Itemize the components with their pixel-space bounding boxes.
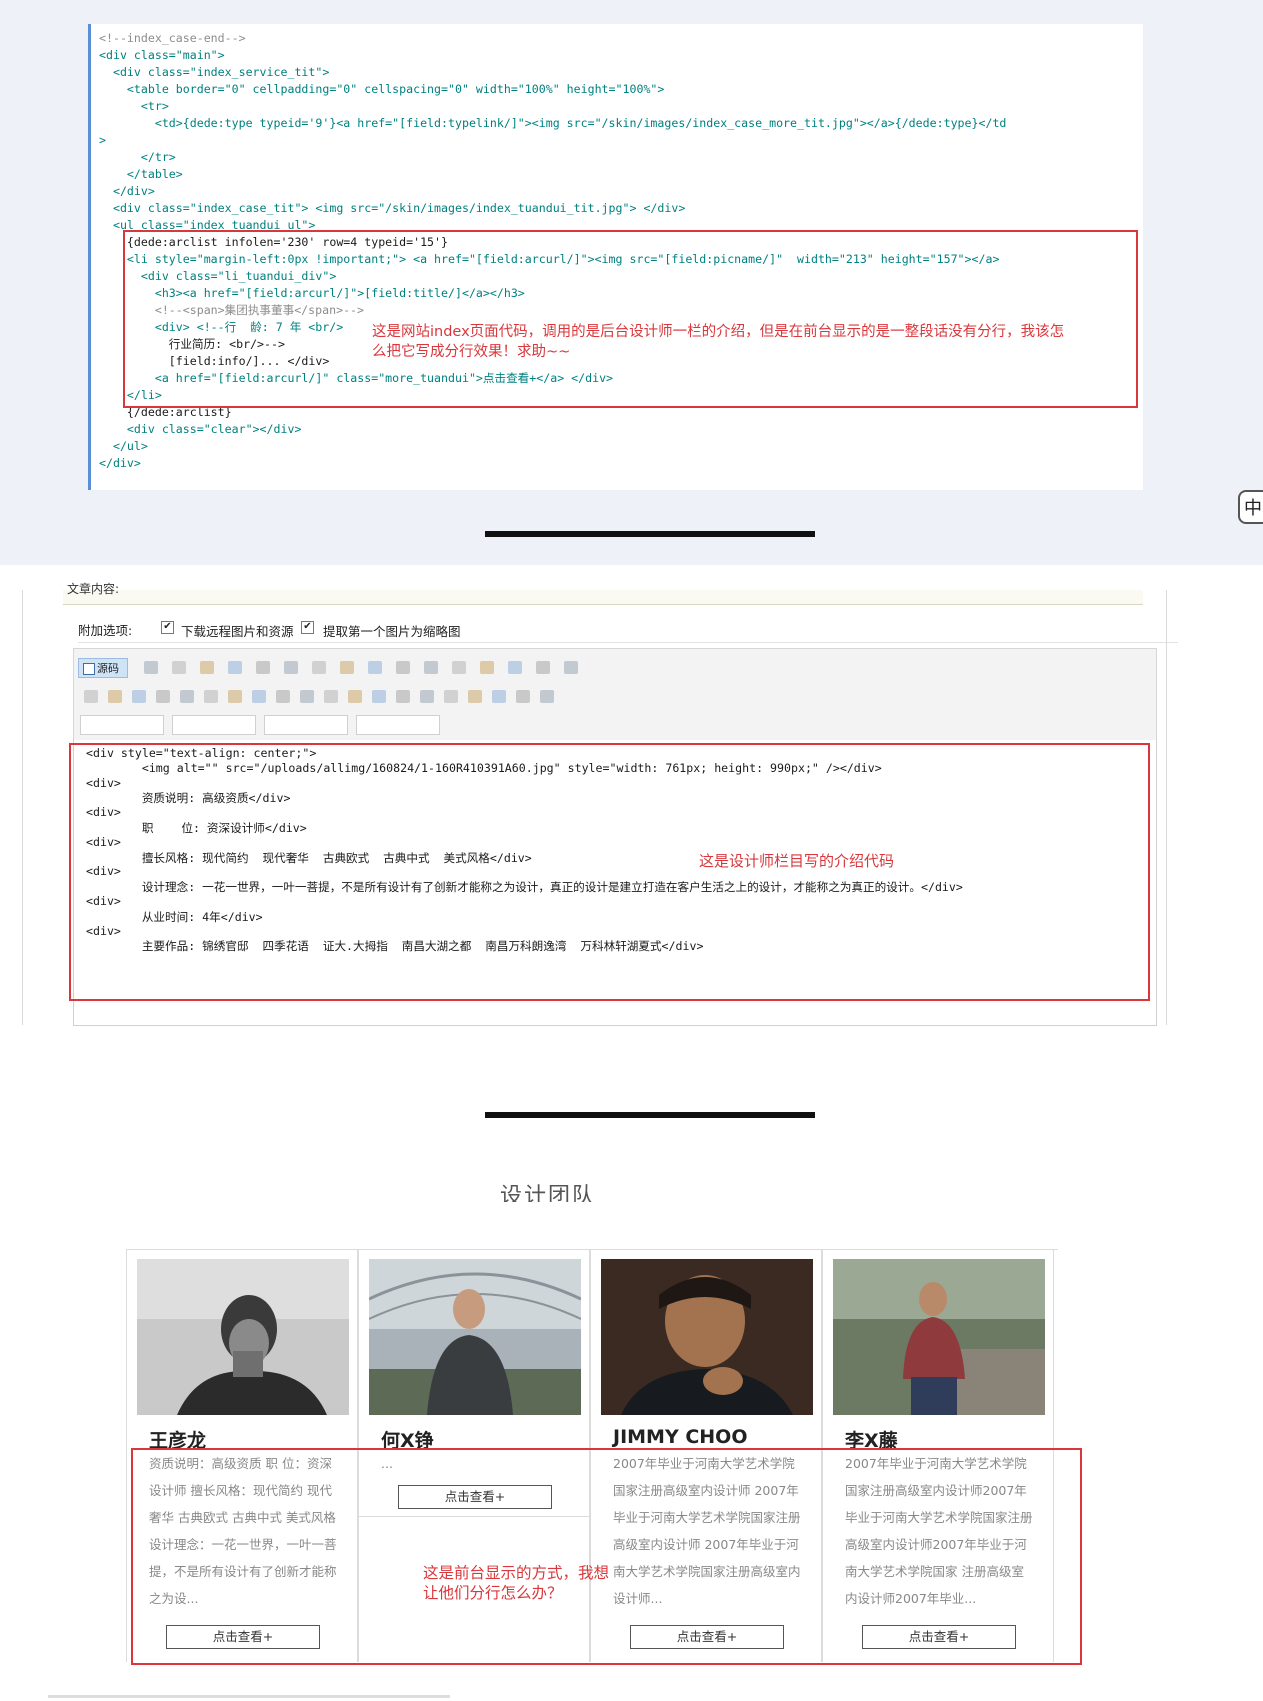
code-highlight-box <box>123 230 1138 408</box>
format-dropdown[interactable] <box>172 715 256 735</box>
designer-photo[interactable] <box>369 1259 581 1415</box>
cut-icon[interactable] <box>144 661 158 674</box>
blockquote-icon[interactable] <box>276 690 290 703</box>
code-line: </div> <box>99 456 141 470</box>
table-icon[interactable] <box>396 690 410 703</box>
content-label: 文章内容: <box>67 582 120 596</box>
download-remote-checkbox[interactable]: ✔ <box>161 621 174 634</box>
anchor-icon[interactable] <box>540 690 554 703</box>
code-line: <div class="clear"></div> <box>99 422 302 436</box>
options-label: 附加选项: <box>78 623 133 638</box>
editor-annotation: 这是设计师栏目写的介绍代码 <box>699 852 895 870</box>
download-remote-label: 下载远程图片和资源 <box>181 624 294 639</box>
unordered-list-icon[interactable] <box>204 690 218 703</box>
code-line: <div class="index_case_tit"> <img src="/… <box>99 201 686 215</box>
editor-toolbar: 源码 <box>73 648 1157 742</box>
code-line: </div> <box>99 184 155 198</box>
copy-icon[interactable] <box>172 661 186 674</box>
designer-name[interactable]: JIMMY CHOO <box>613 1426 747 1448</box>
code-line: <td>{dede:type typeid='9'}<a href="[fiel… <box>99 116 1007 130</box>
flash-icon[interactable] <box>536 661 550 674</box>
paste-word-icon[interactable] <box>256 661 270 674</box>
designer-photo[interactable] <box>833 1259 1045 1415</box>
underline-icon[interactable] <box>132 690 146 703</box>
print-icon[interactable] <box>284 661 298 674</box>
special-char-icon[interactable] <box>468 690 482 703</box>
code-line: > <box>99 133 106 147</box>
template-icon[interactable] <box>480 661 494 674</box>
format-dropdown[interactable] <box>80 715 164 735</box>
remove-format-icon[interactable] <box>452 661 466 674</box>
bold-icon[interactable] <box>84 690 98 703</box>
code-line: <tr> <box>99 99 169 113</box>
format-dropdown[interactable] <box>264 715 348 735</box>
align-left-icon[interactable] <box>300 690 314 703</box>
extract-thumbnail-label: 提取第一个图片为缩略图 <box>323 624 461 639</box>
undo-icon[interactable] <box>312 661 326 674</box>
code-line: <table border="0" cellpadding="0" cellsp… <box>99 82 665 96</box>
paste-text-icon[interactable] <box>228 661 242 674</box>
code-line: </tr> <box>99 150 176 164</box>
unlink-icon[interactable] <box>516 690 530 703</box>
frontend-annotation: 这是前台显示的方式，我想让他们分行怎么办？ <box>423 1564 610 1602</box>
justify-icon[interactable] <box>372 690 386 703</box>
designer-photo[interactable] <box>137 1259 349 1415</box>
hr-icon[interactable] <box>420 690 434 703</box>
options-row: 附加选项: ✔ 下载远程图片和资源 ✔ 提取第一个图片为缩略图 <box>78 616 1178 643</box>
source-button[interactable]: 源码 <box>78 658 128 678</box>
maximize-icon[interactable] <box>564 661 578 674</box>
code-line: <div class="main"> <box>99 48 225 62</box>
bottom-rule <box>48 1695 450 1698</box>
cms-editor-panel: 文章内容: 附加选项: ✔ 下载远程图片和资源 ✔ 提取第一个图片为缩略图 源码… <box>22 582 1178 1026</box>
select-all-icon[interactable] <box>424 661 438 674</box>
code-line: </table> <box>99 167 183 181</box>
extract-thumbnail-checkbox[interactable]: ✔ <box>301 621 314 634</box>
ime-indicator[interactable]: 中 <box>1238 490 1263 524</box>
indent-icon[interactable] <box>252 690 266 703</box>
ordered-list-icon[interactable] <box>180 690 194 703</box>
align-center-icon[interactable] <box>324 690 338 703</box>
image-icon[interactable] <box>508 661 522 674</box>
outdent-icon[interactable] <box>228 690 242 703</box>
code-line: <div class="index_service_tit"> <box>99 65 330 79</box>
editor-highlight-box <box>69 743 1150 1001</box>
paste-icon[interactable] <box>200 661 214 674</box>
align-right-icon[interactable] <box>348 690 362 703</box>
code-line: </ul> <box>99 439 148 453</box>
frontend-highlight-box <box>131 1448 1082 1665</box>
source-button-label: 源码 <box>97 662 119 675</box>
replace-icon[interactable] <box>396 661 410 674</box>
designer-photo[interactable] <box>601 1259 813 1415</box>
separator-1 <box>485 531 815 537</box>
content-label-strip: 文章内容: <box>63 582 1143 605</box>
find-icon[interactable] <box>368 661 382 674</box>
format-dropdown[interactable] <box>356 715 440 735</box>
separator-2 <box>485 1112 815 1118</box>
source-icon <box>83 663 95 675</box>
strike-icon[interactable] <box>156 690 170 703</box>
code-line: <!--index_case-end--> <box>99 31 246 45</box>
link-icon[interactable] <box>492 690 506 703</box>
code-annotation: 这是网站index页面代码，调用的是后台设计师一栏的介绍，但是在前台显示的是一整… <box>372 324 1065 360</box>
section-title-partial: 设计团队 <box>500 1184 597 1202</box>
code-screenshot-panel: <!--index_case-end--> <div class="main"> … <box>0 0 1263 565</box>
italic-icon[interactable] <box>108 690 122 703</box>
smiley-icon[interactable] <box>444 690 458 703</box>
redo-icon[interactable] <box>340 661 354 674</box>
